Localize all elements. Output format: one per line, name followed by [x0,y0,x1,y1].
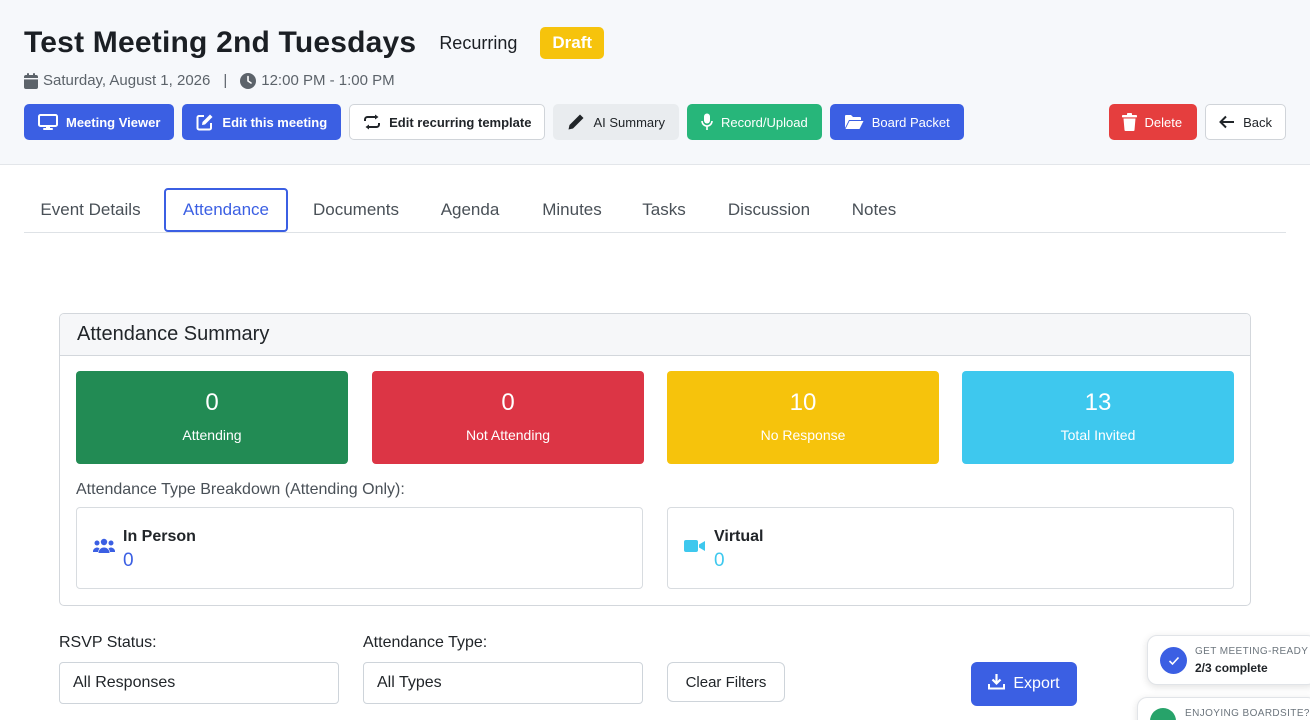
plus-icon [1150,708,1176,720]
check-icon [1160,647,1187,674]
tab-attendance[interactable]: Attendance [164,188,288,232]
board-packet-button[interactable]: Board Packet [829,104,964,140]
board-packet-label: Board Packet [871,114,950,130]
rsvp-status-select[interactable]: All Responses [59,662,339,704]
in-person-value: 0 [123,550,134,571]
stat-total-invited-label: Total Invited [1060,427,1136,443]
download-icon [988,673,1006,695]
meeting-viewer-button[interactable]: Meeting Viewer [24,104,175,140]
in-person-label: In Person [123,528,196,545]
attendance-summary-card: Attendance Summary 0 Attending 0 Not Att… [59,313,1251,606]
microphone-icon [701,113,713,131]
stat-no-response-label: No Response [760,427,846,443]
record-upload-button[interactable]: Record/Upload [686,104,822,140]
meeting-viewer-label: Meeting Viewer [66,114,161,130]
stat-total-invited-value: 13 [1084,389,1112,416]
virtual-label: Virtual [714,528,764,545]
edit-recurring-template-button[interactable]: Edit recurring template [349,104,546,140]
trash-icon [1121,113,1137,131]
attendance-summary-title: Attendance Summary [60,314,1250,356]
attendance-type-select[interactable]: All Types [363,662,643,704]
pencil-icon [567,113,585,131]
stat-no-response-value: 10 [789,389,817,416]
folder-open-icon [844,114,864,130]
feedback-prompt: ENJOYING BOARDSITE? [1185,708,1310,719]
meeting-tabs: Event Details Attendance Documents Agend… [24,188,1286,233]
video-icon [684,538,706,559]
edit-recurring-template-label: Edit recurring template [389,114,532,130]
users-icon [92,538,116,559]
virtual-box: Virtual 0 [667,507,1234,589]
meeting-ready-title: GET MEETING-READY [1195,646,1309,657]
stat-not-attending-label: Not Attending [465,427,551,443]
tab-documents[interactable]: Documents [298,188,414,232]
tab-minutes[interactable]: Minutes [527,188,617,232]
meeting-ready-progress: 2/3 complete [1195,661,1268,675]
monitor-icon [38,114,58,130]
meeting-header: Test Meeting 2nd Tuesdays Recurring Draf… [0,0,1310,165]
feedback-widget[interactable]: ENJOYING BOARDSITE? [1137,697,1310,720]
record-upload-label: Record/Upload [720,114,808,130]
delete-button[interactable]: Delete [1108,104,1198,140]
status-badge: Draft [540,27,605,59]
clear-filters-button[interactable]: Clear Filters [667,662,785,702]
tab-notes[interactable]: Notes [839,188,909,232]
meeting-ready-widget[interactable]: GET MEETING-READY 2/3 complete [1147,635,1310,685]
rsvp-status-label: RSVP Status: [59,634,157,651]
attendance-type-label: Attendance Type: [363,634,488,651]
calendar-icon [24,72,38,89]
ai-summary-label: AI Summary [593,114,665,130]
stat-no-response: 10 No Response [667,371,939,464]
arrow-left-icon [1219,115,1235,129]
title-row: Test Meeting 2nd Tuesdays Recurring Draf… [24,26,605,60]
tab-agenda[interactable]: Agenda [428,188,512,232]
stat-attending: 0 Attending [76,371,348,464]
meeting-date: Saturday, August 1, 2026 [43,72,211,89]
tab-discussion[interactable]: Discussion [713,188,825,232]
back-label: Back [1243,114,1272,130]
clock-icon [240,72,257,89]
export-button[interactable]: Export [971,662,1077,706]
meta-separator: | [223,72,228,89]
edit-icon [196,113,214,131]
page-title: Test Meeting 2nd Tuesdays [24,26,417,59]
delete-label: Delete [1144,114,1183,130]
export-label: Export [1013,675,1060,692]
action-toolbar: Meeting Viewer Edit this meeting Edit re… [24,104,964,140]
edit-meeting-button[interactable]: Edit this meeting [182,104,342,140]
header-right-actions: Delete Back [1108,104,1286,140]
recurring-label: Recurring [439,32,518,53]
virtual-value: 0 [714,550,725,571]
in-person-box: In Person 0 [76,507,643,589]
tab-tasks[interactable]: Tasks [630,188,698,232]
stat-not-attending: 0 Not Attending [372,371,644,464]
stat-attending-value: 0 [205,389,219,416]
meeting-time: 12:00 PM - 1:00 PM [261,72,395,89]
back-button[interactable]: Back [1205,104,1286,140]
stat-attending-label: Attending [182,427,242,443]
edit-meeting-label: Edit this meeting [222,114,328,130]
meeting-datetime: Saturday, August 1, 2026 | 12:00 PM - 1:… [24,72,395,89]
ai-summary-button[interactable]: AI Summary [553,104,679,140]
tab-event-details[interactable]: Event Details [24,188,157,232]
stat-total-invited: 13 Total Invited [962,371,1234,464]
breakdown-label: Attendance Type Breakdown (Attending Onl… [76,481,405,498]
repeat-icon [363,114,381,130]
stat-not-attending-value: 0 [501,389,515,416]
